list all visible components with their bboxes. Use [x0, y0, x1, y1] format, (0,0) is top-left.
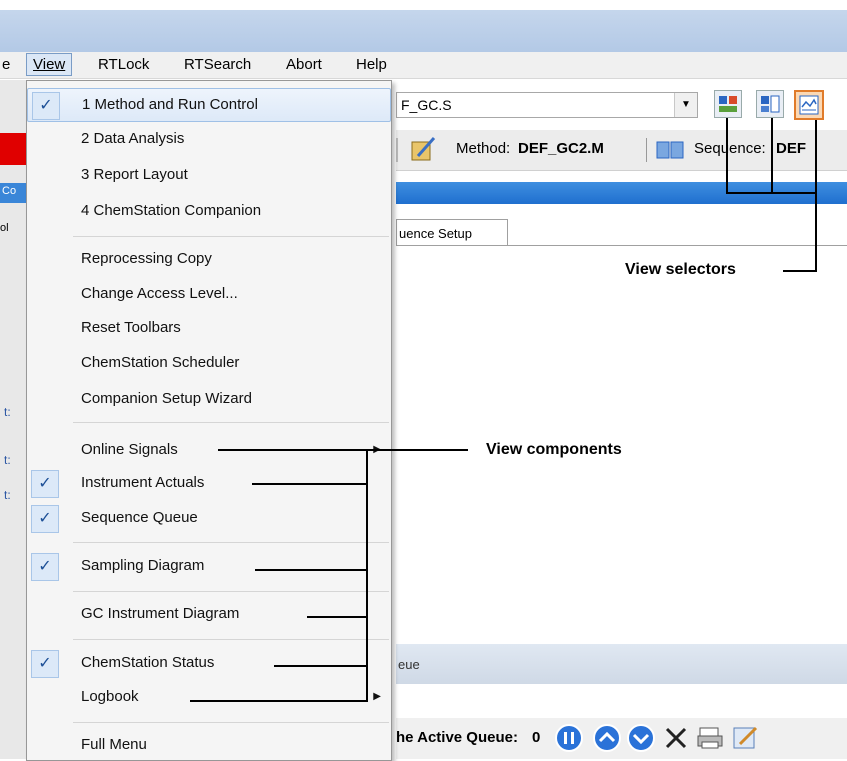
checkmark-icon: ✓ [31, 553, 59, 581]
checkmark-icon: ✓ [32, 92, 60, 120]
method-label: Method: [456, 140, 511, 157]
menu-item-companion-setup-wizard[interactable]: Companion Setup Wizard [27, 383, 391, 415]
data-analysis-icon [761, 95, 780, 113]
queue-label: eue [398, 657, 420, 672]
menu-item-report-layout[interactable]: 3 Report Layout [27, 159, 391, 191]
menu-item-gc-instrument-diagram[interactable]: GC Instrument Diagram [27, 598, 391, 630]
edit-icon[interactable] [732, 724, 760, 752]
callout-line [252, 483, 368, 485]
delete-icon[interactable] [664, 726, 688, 750]
callout-line [307, 616, 368, 618]
sequence-queue-bar: eue [396, 644, 847, 684]
active-queue-count: 0 [532, 729, 541, 746]
left-panel-label: t: [4, 405, 11, 419]
method-value: DEF_GC2.M [518, 140, 604, 157]
menu-separator [73, 422, 389, 423]
view-selector-data-button[interactable] [756, 90, 784, 118]
status-indicator-red [0, 133, 26, 165]
menu-item-partial[interactable]: e [2, 56, 10, 73]
menu-item-change-access-level[interactable]: Change Access Level... [27, 278, 391, 310]
window-title-bar [0, 10, 847, 52]
view-selector-method-button[interactable] [714, 90, 742, 118]
sequence-label: Sequence: [694, 140, 766, 157]
menu-item-help[interactable]: Help [356, 56, 387, 73]
callout-line [726, 118, 728, 194]
menu-separator [73, 722, 389, 723]
print-icon[interactable] [696, 724, 724, 752]
checkmark-icon: ✓ [31, 650, 59, 678]
move-up-icon[interactable] [592, 723, 622, 753]
callout-line [783, 270, 817, 272]
submenu-arrow-icon: ▶ [373, 691, 381, 702]
checkmark-icon: ✓ [31, 470, 59, 498]
active-queue-bar: he Active Queue: 0 [396, 718, 847, 759]
menu-item-chemstation-status[interactable]: ✓ ChemStation Status [27, 647, 391, 679]
callout-line [218, 449, 468, 451]
view-dropdown-menu: ✓ 1 Method and Run Control 2 Data Analys… [26, 80, 392, 761]
left-panel-label: t: [4, 488, 11, 502]
callout-line [190, 700, 368, 702]
method-combo[interactable]: F_GC.S ▼ [396, 92, 698, 118]
menu-item-logbook[interactable]: Logbook ▶ [27, 681, 391, 713]
menu-bar: e View RTLock RTSearch Abort Help [0, 52, 847, 79]
menu-item-sampling-diagram[interactable]: ✓ Sampling Diagram [27, 550, 391, 582]
method-combo-value: F_GC.S [401, 97, 452, 113]
menu-item-rtsearch[interactable]: RTSearch [184, 56, 251, 73]
menu-item-method-run-control[interactable]: ✓ 1 Method and Run Control [27, 88, 391, 122]
menu-item-sequence-queue[interactable]: ✓ Sequence Queue [27, 502, 391, 534]
left-panel-label: t: [4, 453, 11, 467]
menu-item-chemstation-scheduler[interactable]: ChemStation Scheduler [27, 347, 391, 379]
checkmark-icon: ✓ [31, 505, 59, 533]
view-selector-report-button[interactable] [794, 90, 824, 120]
left-panel-tab[interactable]: ol [0, 222, 9, 234]
menu-separator [73, 542, 389, 543]
callout-line [255, 569, 368, 571]
tab-sequence-setup[interactable]: uence Setup [396, 219, 508, 246]
method-view-icon [719, 96, 737, 112]
report-layout-icon [799, 95, 819, 115]
menu-item-data-analysis[interactable]: 2 Data Analysis [27, 123, 391, 155]
callout-line [274, 665, 368, 667]
tab-divider [396, 245, 847, 246]
menu-item-rtlock[interactable]: RTLock [98, 56, 149, 73]
view-selectors-annotation: View selectors [625, 261, 736, 278]
toolbar-divider [396, 138, 398, 162]
method-edit-icon[interactable] [410, 136, 436, 162]
menu-item-view[interactable]: View [26, 53, 73, 76]
sequence-value: DEF [776, 140, 806, 157]
left-panel-header: Co [0, 183, 26, 203]
callout-line [726, 192, 817, 194]
menu-item-reprocessing-copy[interactable]: Reprocessing Copy [27, 243, 391, 275]
chevron-down-icon[interactable]: ▼ [674, 93, 697, 117]
menu-separator [73, 591, 389, 592]
menu-separator [73, 639, 389, 640]
menu-item-abort[interactable]: Abort [286, 56, 322, 73]
menu-item-reset-toolbars[interactable]: Reset Toolbars [27, 312, 391, 344]
menu-item-full-menu[interactable]: Full Menu [27, 729, 391, 761]
left-panel-strip [0, 80, 26, 759]
menu-separator [73, 236, 389, 237]
active-queue-label: he Active Queue: [396, 729, 518, 746]
move-down-icon[interactable] [626, 723, 656, 753]
callout-line [815, 120, 817, 272]
callout-line [771, 118, 773, 194]
menu-item-chemstation-companion[interactable]: 4 ChemStation Companion [27, 195, 391, 227]
sequence-icon[interactable] [656, 138, 686, 162]
view-components-annotation: View components [486, 441, 622, 458]
toolbar-divider [646, 138, 647, 162]
pause-queue-icon[interactable] [554, 723, 584, 753]
method-sequence-toolbar: Method: DEF_GC2.M Sequence: DEF [396, 130, 847, 171]
